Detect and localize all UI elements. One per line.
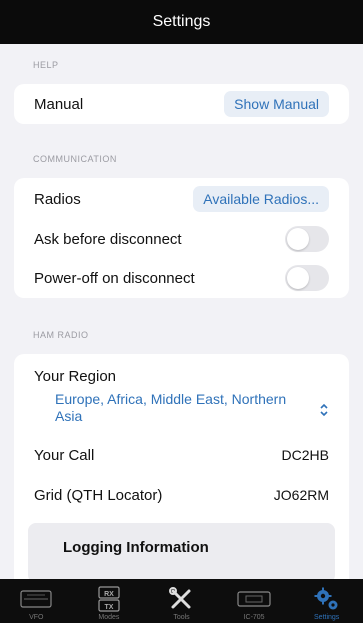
rx-tx-icon: RX TX (97, 585, 121, 613)
tab-label: Modes (98, 614, 120, 621)
tab-label: IC-705 (243, 614, 265, 621)
your-call-label: Your Call (34, 446, 95, 464)
power-off-toggle[interactable] (285, 265, 329, 291)
section-header-ham-radio: HAM RADIO (33, 330, 89, 340)
grid-value: JO62RM (273, 487, 329, 503)
power-off-label: Power-off on disconnect (34, 269, 195, 287)
svg-text:TX: TX (104, 604, 113, 611)
tab-label: VFO (29, 614, 44, 621)
your-call-value: DC2HB (281, 447, 329, 463)
toggle-knob (287, 267, 309, 289)
tools-icon (168, 585, 194, 613)
section-header-help: HELP (33, 60, 59, 70)
communication-card: Radios Available Radios... Ask before di… (14, 178, 349, 298)
tab-settings[interactable]: Settings (297, 579, 357, 623)
grid-label: Grid (QTH Locator) (34, 486, 163, 504)
power-off-row: Power-off on disconnect (14, 258, 349, 298)
settings-list[interactable]: HELP Manual Show Manual COMMUNICATION Ra… (0, 44, 363, 579)
tab-modes[interactable]: RX TX Modes (79, 579, 139, 623)
your-call-row[interactable]: Your Call DC2HB (14, 435, 349, 475)
ask-before-disconnect-row: Ask before disconnect (14, 220, 349, 258)
tab-vfo[interactable]: VFO (6, 579, 66, 623)
ask-before-disconnect-toggle[interactable] (285, 226, 329, 252)
show-manual-button[interactable]: Show Manual (224, 91, 329, 117)
tab-label: Settings (314, 614, 340, 621)
tab-bar: VFO RX TX Modes Tools IC-705 Settings (0, 579, 363, 623)
gears-icon (313, 585, 341, 613)
tab-tools[interactable]: Tools (151, 579, 211, 623)
manual-row: Manual Show Manual (14, 84, 349, 124)
region-value: Europe, Africa, Middle East, Northern As… (55, 391, 287, 424)
ask-before-disconnect-label: Ask before disconnect (34, 230, 182, 248)
tab-ic705[interactable]: IC-705 (224, 579, 284, 623)
svg-text:RX: RX (104, 591, 114, 598)
region-label: Your Region (34, 368, 117, 385)
ham-radio-card: Your Region Europe, Africa, Middle East,… (14, 354, 349, 579)
logging-information-label: Logging Information (63, 539, 209, 556)
radio-icon (236, 585, 272, 613)
region-selector[interactable]: Europe, Africa, Middle East, Northern As… (14, 389, 349, 435)
manual-label: Manual (34, 95, 84, 113)
radios-row: Radios Available Radios... (14, 178, 349, 220)
nav-bar: Settings (0, 0, 363, 44)
chevron-up-down-icon (319, 403, 329, 420)
help-card: Manual Show Manual (14, 84, 349, 124)
available-radios-button[interactable]: Available Radios... (193, 186, 329, 212)
vfo-icon (19, 585, 53, 613)
section-header-communication: COMMUNICATION (33, 154, 117, 164)
radios-label: Radios (34, 190, 81, 208)
grid-row[interactable]: Grid (QTH Locator) JO62RM (14, 475, 349, 515)
toggle-knob (287, 228, 309, 250)
page-title: Settings (152, 13, 211, 30)
tab-label: Tools (173, 614, 190, 621)
logging-information-card[interactable]: Logging Information (28, 523, 335, 579)
